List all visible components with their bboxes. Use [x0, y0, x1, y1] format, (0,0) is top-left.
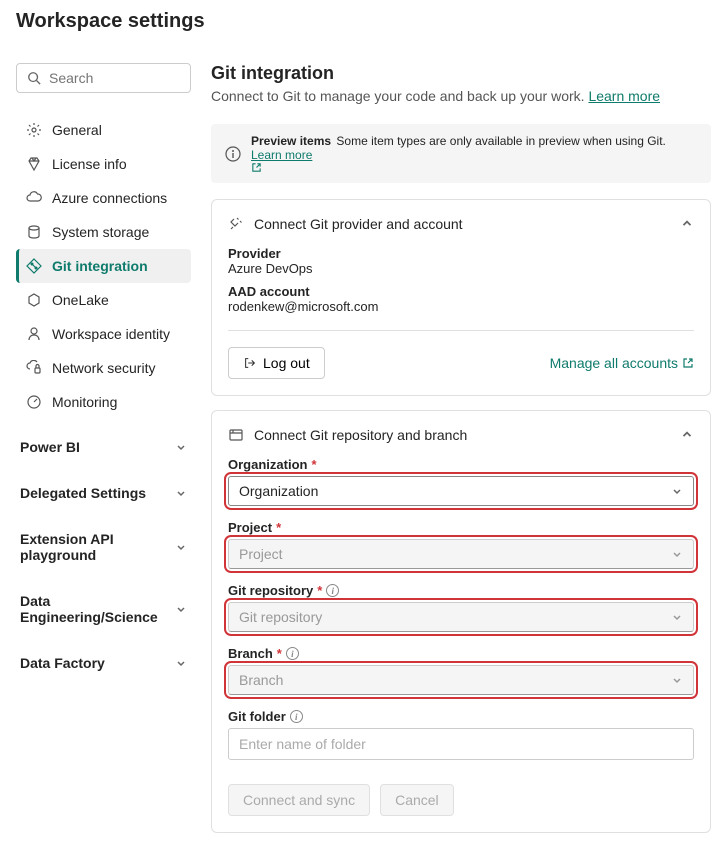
- plug-icon: [228, 216, 244, 232]
- sidebar-item-network[interactable]: Network security: [16, 351, 191, 385]
- cancel-button[interactable]: Cancel: [380, 784, 454, 816]
- sidebar-item-azure[interactable]: Azure connections: [16, 181, 191, 215]
- sidebar-group-label: Power BI: [20, 439, 80, 455]
- main-content: Git integration Connect to Git to manage…: [211, 63, 711, 847]
- external-link-icon: [682, 357, 694, 369]
- sidebar-item-label: Monitoring: [52, 394, 117, 410]
- repo-label: Git repository * i: [228, 583, 694, 598]
- sidebar-group-label: Delegated Settings: [20, 485, 146, 501]
- search-input[interactable]: [49, 70, 230, 86]
- provider-card: Connect Git provider and account Provide…: [211, 199, 711, 396]
- page-title: Workspace settings: [0, 0, 727, 33]
- monitor-icon: [26, 394, 42, 410]
- hexagon-icon: [26, 292, 42, 308]
- learn-more-link[interactable]: Learn more: [588, 88, 660, 104]
- search-box[interactable]: [16, 63, 191, 93]
- chevron-up-icon: [680, 217, 694, 231]
- sidebar-group-delegated[interactable]: Delegated Settings: [16, 475, 191, 511]
- project-placeholder: Project: [239, 546, 283, 562]
- folder-input[interactable]: [228, 728, 694, 760]
- section-title: Git integration: [211, 63, 711, 84]
- chevron-up-icon: [680, 428, 694, 442]
- branch-select[interactable]: Branch: [228, 665, 694, 695]
- card-title: Connect Git repository and branch: [254, 427, 467, 443]
- manage-accounts-link[interactable]: Manage all accounts: [550, 355, 694, 371]
- sidebar-group-dataeng[interactable]: Data Engineering/Science: [16, 583, 191, 635]
- chevron-down-icon: [671, 548, 683, 560]
- sidebar-group-label: Extension API playground: [20, 531, 175, 563]
- banner-title: Preview items: [251, 134, 331, 148]
- sidebar-item-monitoring[interactable]: Monitoring: [16, 385, 191, 419]
- preview-banner: Preview items Some item types are only a…: [211, 124, 711, 183]
- sidebar-item-label: Workspace identity: [52, 326, 170, 342]
- sidebar-item-label: Network security: [52, 360, 155, 376]
- account-label: AAD account: [228, 284, 694, 299]
- org-value: Organization: [239, 483, 318, 499]
- sidebar-group-powerbi[interactable]: Power BI: [16, 429, 191, 465]
- logout-icon: [243, 356, 257, 370]
- sidebar-item-general[interactable]: General: [16, 113, 191, 147]
- git-icon: [26, 258, 42, 274]
- branch-placeholder: Branch: [239, 672, 283, 688]
- org-label: Organization *: [228, 457, 694, 472]
- info-icon[interactable]: i: [326, 584, 339, 597]
- chevron-down-icon: [175, 657, 187, 669]
- sidebar: General License info Azure connections S…: [16, 63, 191, 847]
- provider-value: Azure DevOps: [228, 261, 694, 276]
- chevron-down-icon: [175, 441, 187, 453]
- cloud-lock-icon: [26, 360, 42, 376]
- provider-label: Provider: [228, 246, 694, 261]
- repo-placeholder: Git repository: [239, 609, 322, 625]
- chevron-down-icon: [175, 487, 187, 499]
- gear-icon: [26, 122, 42, 138]
- chevron-down-icon: [671, 611, 683, 623]
- sidebar-item-git[interactable]: Git integration: [16, 249, 191, 283]
- search-icon: [27, 71, 41, 85]
- chevron-down-icon: [671, 485, 683, 497]
- account-value: rodenkew@microsoft.com: [228, 299, 694, 314]
- sidebar-item-license[interactable]: License info: [16, 147, 191, 181]
- card-title: Connect Git provider and account: [254, 216, 463, 232]
- sidebar-group-datafactory[interactable]: Data Factory: [16, 645, 191, 681]
- info-icon[interactable]: i: [286, 647, 299, 660]
- sidebar-item-storage[interactable]: System storage: [16, 215, 191, 249]
- banner-learn-more-link[interactable]: Learn more: [251, 148, 312, 162]
- sidebar-item-label: General: [52, 122, 102, 138]
- sidebar-group-extension[interactable]: Extension API playground: [16, 521, 191, 573]
- sidebar-item-identity[interactable]: Workspace identity: [16, 317, 191, 351]
- sidebar-item-label: Git integration: [52, 258, 148, 274]
- sidebar-group-label: Data Engineering/Science: [20, 593, 175, 625]
- chevron-down-icon: [671, 674, 683, 686]
- sidebar-item-label: OneLake: [52, 292, 109, 308]
- sidebar-item-label: Azure connections: [52, 190, 167, 206]
- sidebar-item-label: System storage: [52, 224, 149, 240]
- project-select[interactable]: Project: [228, 539, 694, 569]
- diamond-icon: [26, 156, 42, 172]
- folder-label: Git folder i: [228, 709, 694, 724]
- info-icon[interactable]: i: [290, 710, 303, 723]
- card-header[interactable]: Connect Git provider and account: [228, 216, 694, 232]
- chevron-down-icon: [175, 603, 187, 615]
- sidebar-group-label: Data Factory: [20, 655, 105, 671]
- repo-select[interactable]: Git repository: [228, 602, 694, 632]
- repo-icon: [228, 427, 244, 443]
- logout-button[interactable]: Log out: [228, 347, 325, 379]
- external-link-icon: [251, 162, 697, 173]
- cloud-icon: [26, 190, 42, 206]
- org-select[interactable]: Organization: [228, 476, 694, 506]
- branch-label: Branch * i: [228, 646, 694, 661]
- card-header[interactable]: Connect Git repository and branch: [228, 427, 694, 443]
- person-icon: [26, 326, 42, 342]
- sidebar-item-onelake[interactable]: OneLake: [16, 283, 191, 317]
- connect-button[interactable]: Connect and sync: [228, 784, 370, 816]
- sidebar-item-label: License info: [52, 156, 127, 172]
- database-icon: [26, 224, 42, 240]
- section-desc: Connect to Git to manage your code and b…: [211, 88, 711, 104]
- repo-card: Connect Git repository and branch Organi…: [211, 410, 711, 833]
- chevron-down-icon: [175, 541, 187, 553]
- banner-text: Some item types are only available in pr…: [336, 134, 666, 148]
- info-icon: [225, 146, 241, 162]
- project-label: Project *: [228, 520, 694, 535]
